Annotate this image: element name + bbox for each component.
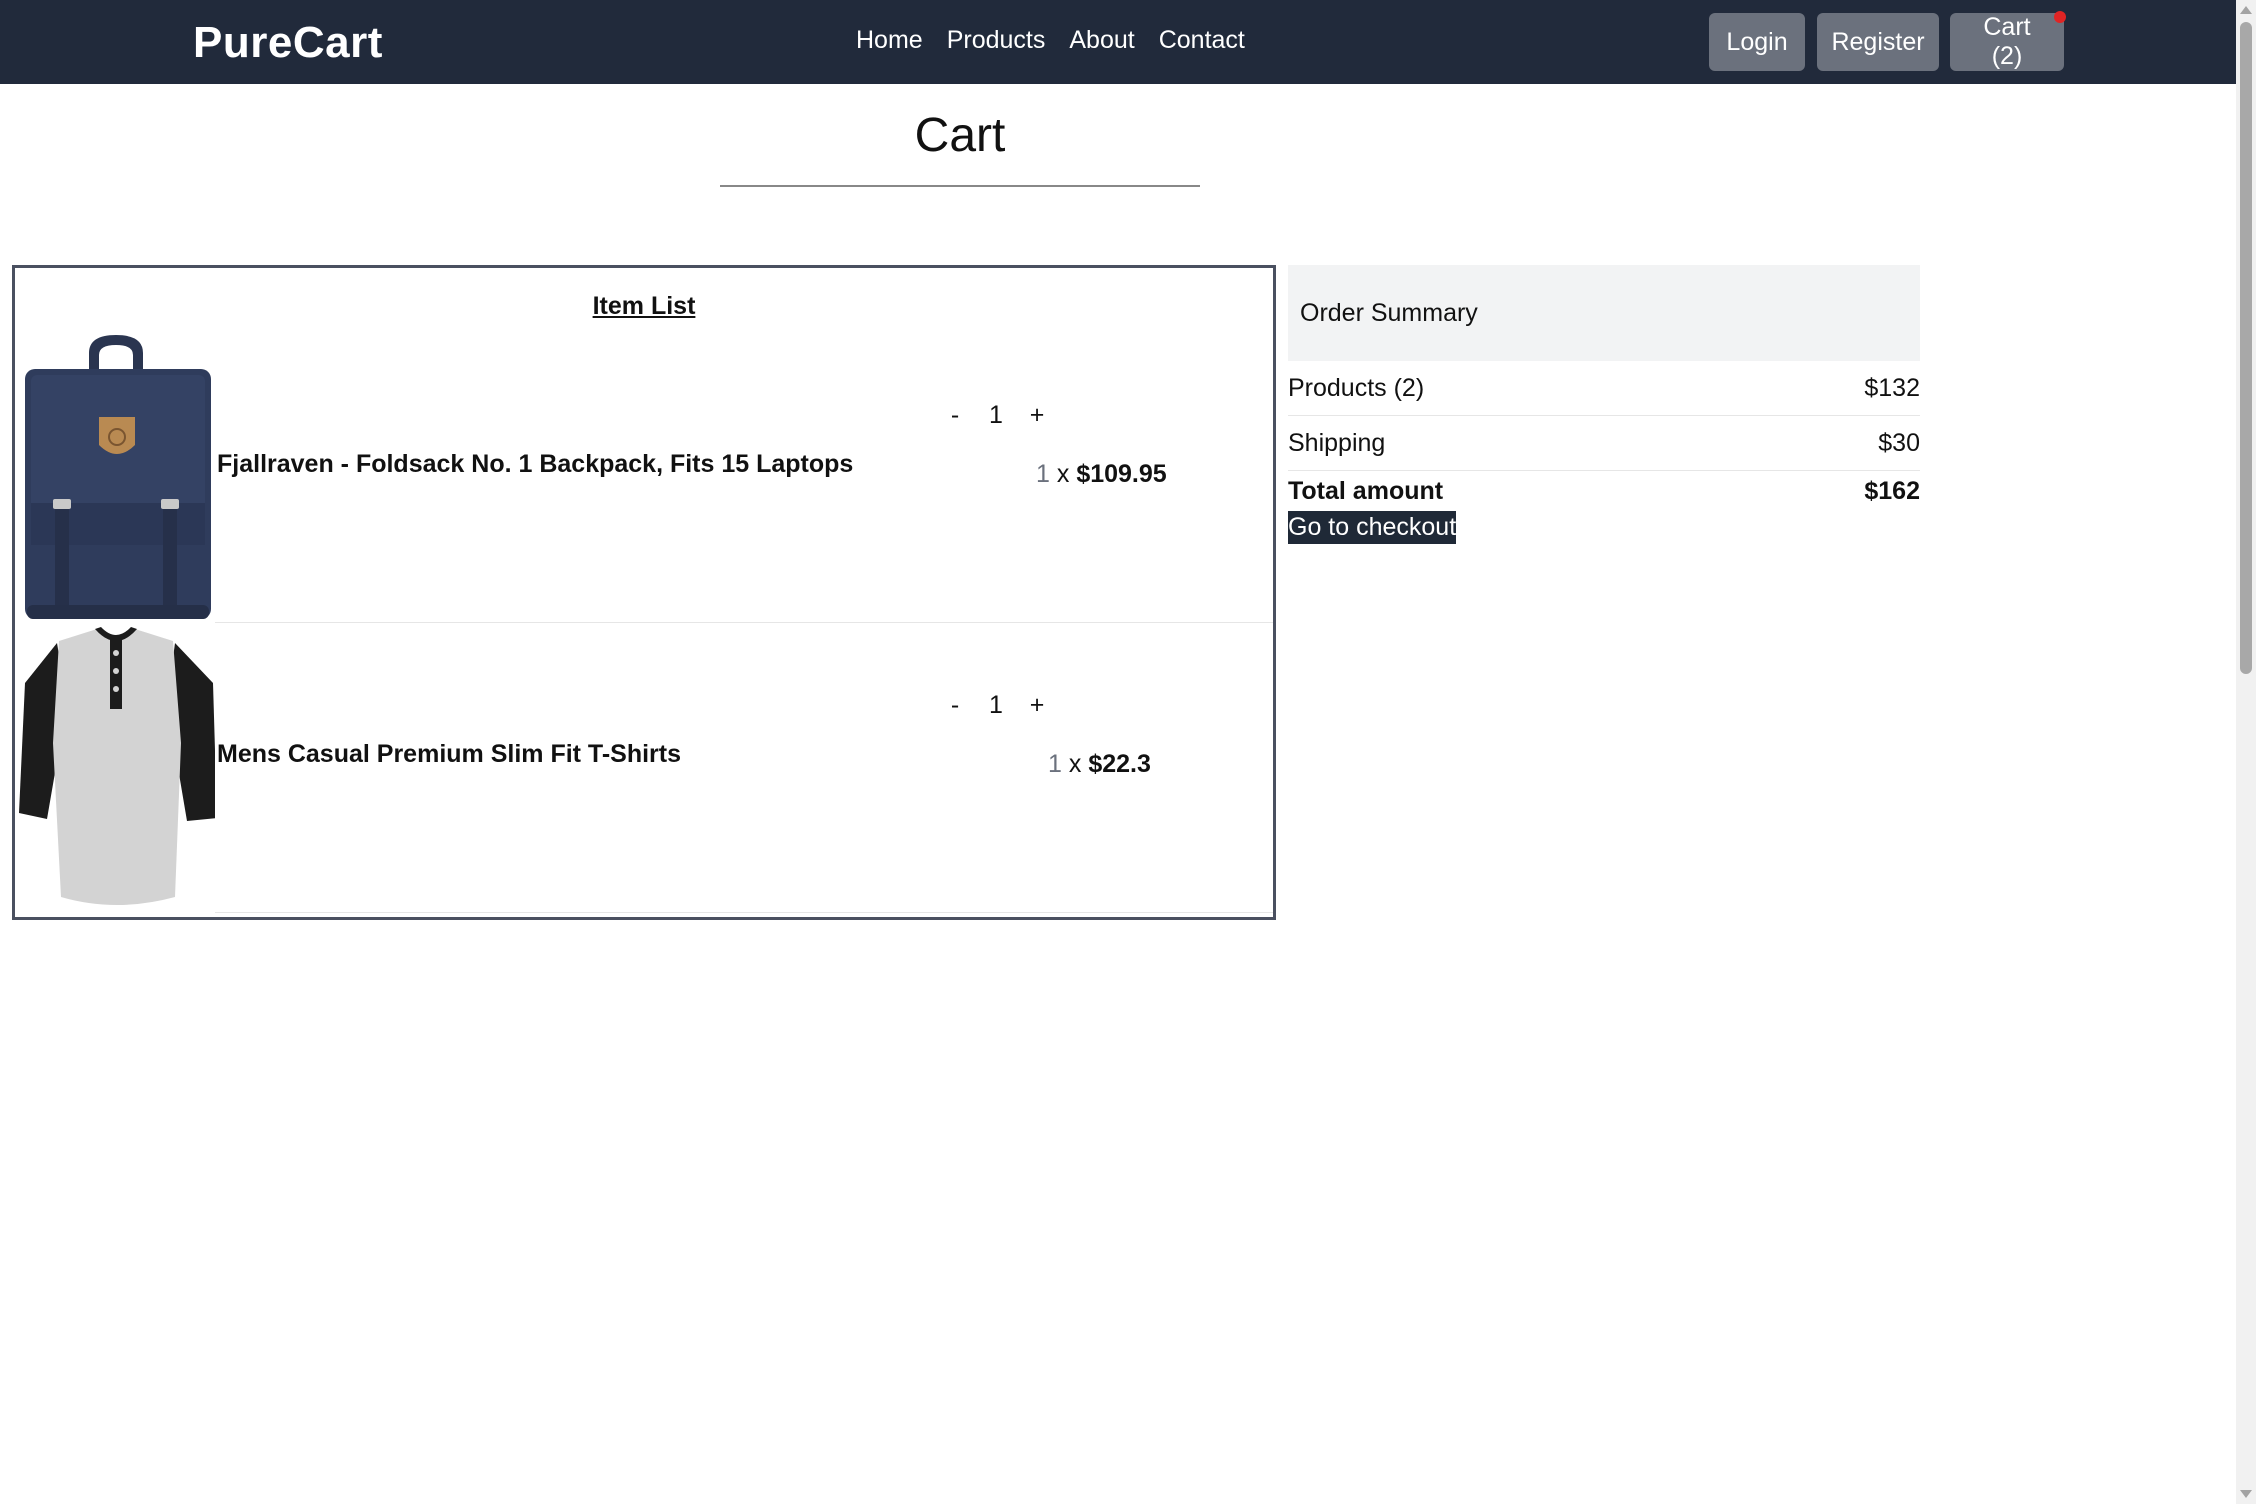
product-name[interactable]: Mens Casual Premium Slim Fit T-Shirts: [217, 740, 681, 769]
cart-item-row: Mens Casual Premium Slim Fit T-Shirts - …: [15, 623, 1273, 913]
backpack-image: [25, 335, 211, 619]
decrease-quantity-button[interactable]: -: [935, 691, 975, 720]
item-list-panel: Item List Fjallraven - Foldsack No. 1 Ba…: [12, 265, 1276, 920]
increase-quantity-button[interactable]: +: [1017, 401, 1057, 430]
line-quantity: 1: [1036, 460, 1050, 488]
scroll-down-arrow-icon[interactable]: [2240, 1490, 2252, 1498]
total-value: $162: [1864, 476, 1920, 505]
page-scrollbar[interactable]: [2236, 0, 2256, 1504]
summary-shipping-row: Shipping $30: [1288, 416, 1920, 471]
cart-button[interactable]: Cart (2): [1950, 11, 2066, 71]
nav-link-products[interactable]: Products: [947, 26, 1046, 55]
scroll-up-arrow-icon[interactable]: [2240, 6, 2252, 14]
decrease-quantity-button[interactable]: -: [935, 401, 975, 430]
cart-notification-dot: [2054, 11, 2066, 23]
shipping-value: $30: [1878, 428, 1920, 457]
nav-link-home[interactable]: Home: [856, 26, 923, 55]
shipping-label: Shipping: [1288, 428, 1386, 457]
row-divider: [215, 912, 1273, 913]
page-title: Cart: [914, 109, 1006, 162]
line-quantity: 1: [1048, 750, 1062, 778]
line-separator: x: [1061, 750, 1089, 778]
unit-price: $22.3: [1088, 750, 1151, 778]
cart-item-row: Fjallraven - Foldsack No. 1 Backpack, Fi…: [15, 333, 1273, 623]
main-nav: Home Products About Contact: [856, 26, 1245, 55]
nav-link-contact[interactable]: Contact: [1159, 26, 1245, 55]
line-price: 1 x $109.95: [1036, 460, 1167, 489]
product-name[interactable]: Fjallraven - Foldsack No. 1 Backpack, Fi…: [217, 450, 853, 479]
order-summary-panel: Order Summary Products (2) $132 Shipping…: [1288, 265, 1920, 544]
line-price: 1 x $22.3: [1048, 750, 1151, 779]
login-button[interactable]: Login: [1709, 13, 1805, 71]
cart-button-label: Cart (2): [1983, 13, 2031, 70]
products-value: $132: [1864, 373, 1920, 402]
quantity-value: 1: [989, 401, 1003, 429]
products-label: Products (2): [1288, 373, 1425, 402]
line-separator: x: [1049, 460, 1077, 488]
order-summary-heading: Order Summary: [1288, 265, 1920, 361]
title-divider: [720, 185, 1200, 187]
scrollbar-thumb[interactable]: [2240, 22, 2252, 674]
nav-link-about[interactable]: About: [1069, 26, 1134, 55]
item-list-heading: Item List: [592, 292, 696, 320]
quantity-stepper: - 1 +: [935, 691, 1057, 720]
total-label: Total amount: [1288, 476, 1444, 505]
register-button[interactable]: Register: [1817, 13, 1939, 71]
brand-logo[interactable]: PureCart: [193, 18, 383, 68]
top-navbar: PureCart Home Products About Contact Log…: [0, 0, 2236, 84]
quantity-value: 1: [989, 691, 1003, 719]
quantity-stepper: - 1 +: [935, 401, 1057, 430]
increase-quantity-button[interactable]: +: [1017, 691, 1057, 720]
checkout-button[interactable]: Go to checkout: [1288, 511, 1457, 544]
unit-price: $109.95: [1076, 460, 1167, 488]
tshirt-image: [19, 627, 215, 905]
summary-total-row: Total amount $162: [1288, 471, 1920, 511]
summary-products-row: Products (2) $132: [1288, 361, 1920, 416]
